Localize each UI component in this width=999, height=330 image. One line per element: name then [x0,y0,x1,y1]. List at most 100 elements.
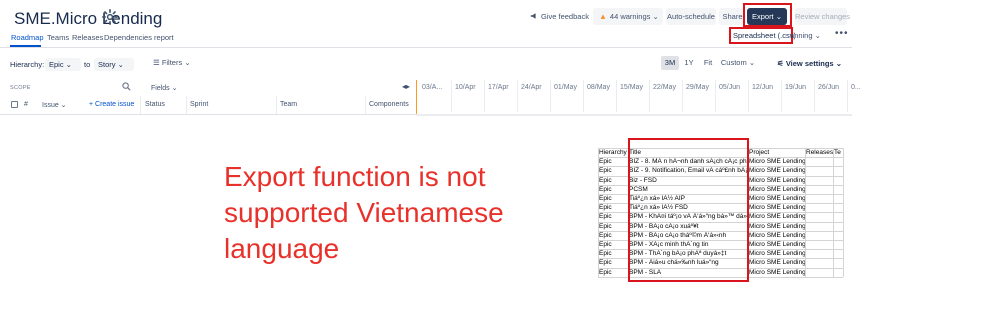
timeline-month: 22/May [653,84,676,91]
auto-schedule-button[interactable]: Auto-schedule [666,8,716,25]
timeline-gridline [748,80,749,112]
fields-label: Fields [151,85,170,92]
sheet-cell [833,185,843,194]
chevron-down-icon: ⌄ [833,59,842,68]
warning-icon: ▲ [599,12,607,21]
zoom-fit[interactable]: Fit [700,56,716,70]
sheet-cell: Epic [599,268,612,276]
gear-icon[interactable] [101,8,119,26]
more-options-icon[interactable]: ••• [835,28,849,39]
timeline-gridline [649,80,650,112]
chevron-down-icon: ⌄ [58,102,67,109]
components-column[interactable]: Components [369,101,409,108]
zoom-custom[interactable]: Custom ⌄ [720,56,756,70]
column-divider [186,96,187,114]
sheet-cell: Project [749,149,770,156]
timeline-gridline [616,80,617,112]
timeline-month: 05/Jun [719,84,741,91]
timeline-month: 19/Jun [785,84,807,91]
scope-label: SCOPE [10,85,31,91]
view-settings-label: View settings [785,59,834,68]
timeline-month: 26/Jun [818,84,840,91]
give-feedback-label: Give feedback [541,12,589,21]
timeline-month: 01/May [554,84,577,91]
review-changes-button[interactable]: Review changes [795,8,850,25]
sheet-cell: Micro SME Lending [749,158,805,166]
timeline-month: 24/Apr [521,84,542,91]
timeline-month: 10/Apr [455,84,476,91]
sheet-cell: Epic [599,259,612,267]
sprint-column[interactable]: Sprint [190,101,208,108]
share-button[interactable]: Share [719,8,746,25]
timeline-gridline [583,80,584,112]
sheet-gridline [843,148,844,277]
title-column-highlight [628,138,749,282]
zoom-3m[interactable]: 3M [661,56,679,70]
timeline-month: 29/May [686,84,709,91]
sheet-cell: Epic [599,195,612,202]
hierarchy-from-select[interactable]: Epic ⌄ [45,58,81,71]
issue-label: Issue [42,102,59,109]
team-column[interactable]: Team [280,101,297,108]
warnings-button[interactable]: ▲ 44 warnings ⌄ [593,8,663,25]
expand-arrows-icon[interactable]: ◂▸ [402,82,410,91]
sheet-cell [805,185,833,194]
tab-releases[interactable]: Releases [72,33,103,42]
column-divider [365,96,366,114]
tab-dependencies-report[interactable]: Dependencies report [104,33,174,42]
chevron-down-icon: ⌄ [115,60,124,69]
chevron-down-icon: ⌄ [182,58,191,67]
annotation-text: Export function is not supported Vietnam… [224,159,554,267]
zoom-1y[interactable]: 1Y [683,56,695,70]
annotation-line: supported Vietnamese [224,197,504,228]
roadmap-app: SME.Micro Lending Give feedback ▲ 44 warn… [0,0,861,120]
sheet-cell: Epic [599,167,612,175]
view-settings-button[interactable]: ⚟ View settings ⌄ [777,59,842,68]
filter-icon: ☰ [153,58,162,67]
chevron-down-icon: ⌄ [773,12,783,21]
sheet-cell: Te [834,149,841,156]
filters-button[interactable]: ☰ Filters ⌄ [153,58,191,67]
timeline-month: 12/Jun [752,84,774,91]
chevron-down-icon: ⌄ [812,31,821,40]
sheet-cell: Micro SME Lending [749,213,805,221]
timeline-month: 15/May [620,84,643,91]
timeline-gridline [715,80,716,112]
tab-teams[interactable]: Teams [47,33,69,42]
sheet-cell: Epic [599,213,612,221]
warnings-label: 44 warnings [609,12,651,21]
create-issue-button[interactable]: + Create issue [89,101,134,108]
fields-button[interactable]: Fields ⌄ [151,84,178,92]
sheet-cell [805,203,833,212]
hierarchy-to-value: Story [98,60,116,69]
timeline-month: 08/May [587,84,610,91]
sheet-cell [805,157,833,166]
hierarchy-to-select[interactable]: Story ⌄ [94,58,134,71]
chevron-down-icon: ⌄ [746,58,756,67]
sheet-cell: Epic [599,231,612,239]
planning-dropdown[interactable]: anning ⌄ [790,31,821,40]
tabs-divider [0,47,852,48]
spreadsheet-csv-option[interactable]: Spreadsheet (.csv) [733,31,796,40]
tab-roadmap[interactable]: Roadmap [11,33,44,42]
megaphone-icon [530,13,536,19]
sheet-cell: Micro SME Lending [749,185,805,193]
export-button[interactable]: Export ⌄ [747,8,787,25]
sheet-cell: Epic [599,185,612,193]
issue-column[interactable]: Issue ⌄ [42,101,67,109]
sheet-cell: Micro SME Lending [749,222,805,230]
search-icon[interactable] [122,82,131,91]
sheet-cell [833,212,843,221]
status-column[interactable]: Status [145,101,165,108]
timeline-gridline [550,80,551,112]
sheet-cell: Hierarchy [599,149,627,156]
timeline-gridline [517,80,518,112]
select-all-checkbox[interactable] [11,101,18,108]
give-feedback-button[interactable]: Give feedback [530,8,589,25]
timeline-month: 03/A... [422,84,443,91]
timeline-gridline [682,80,683,112]
sheet-cell: Epic [599,250,612,258]
export-label: Export [751,12,774,21]
sheet-cell [805,240,833,249]
sheet-gridline [833,148,834,277]
